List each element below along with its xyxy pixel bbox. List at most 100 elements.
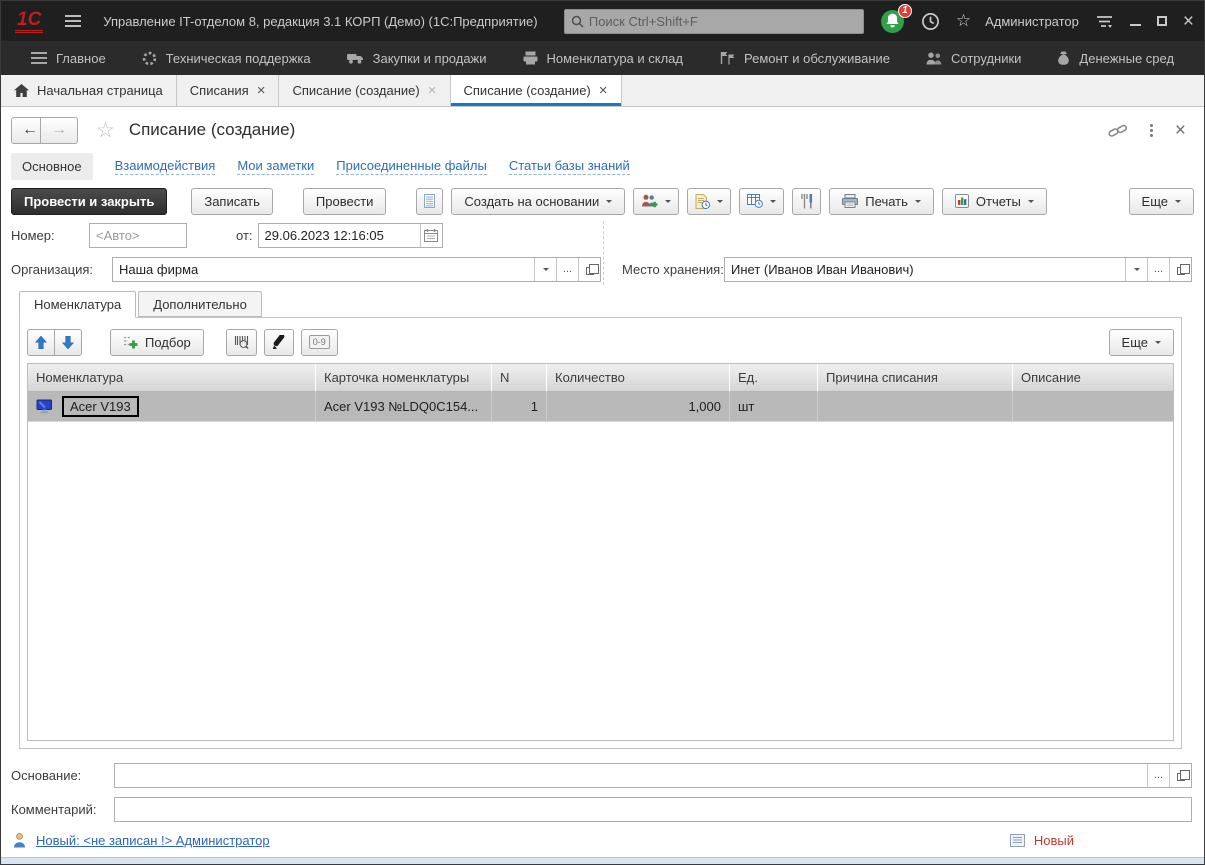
data-collection-terminal-button[interactable] — [264, 329, 294, 356]
barcode-scan-button[interactable] — [226, 329, 257, 356]
maximize-icon — [1157, 16, 1167, 26]
basis-open-button[interactable] — [1169, 764, 1191, 787]
service-tools-button[interactable] — [792, 188, 821, 215]
col-header-quantity[interactable]: Количество — [547, 364, 730, 392]
organization-choose-button[interactable]: ... — [556, 258, 578, 281]
storage-field[interactable] — [725, 258, 1125, 281]
cell-nomenclature[interactable]: Acer V193 — [28, 392, 316, 421]
money-bag-icon — [1057, 51, 1070, 65]
tab-spisanie-2[interactable]: Списание (создание) × — [451, 75, 622, 106]
print-button[interactable]: Печать — [829, 188, 934, 215]
pick-button[interactable]: Подбор — [110, 329, 204, 356]
move-down-button[interactable] — [54, 329, 82, 356]
calendar-button[interactable] — [420, 224, 442, 247]
close-tab-icon[interactable]: × — [428, 83, 437, 98]
more-menu-icon[interactable] — [1150, 124, 1153, 127]
navlink-interactions[interactable]: Взаимодействия — [115, 158, 216, 175]
date-field[interactable] — [259, 224, 420, 247]
settings-button[interactable] — [1095, 14, 1114, 29]
form-title: Списание (создание) — [129, 120, 295, 140]
save-button[interactable]: Записать — [191, 188, 273, 215]
favorites-button[interactable]: ☆ — [956, 11, 971, 31]
post-button[interactable]: Провести — [303, 188, 387, 215]
table-more-button[interactable]: Еще — [1109, 329, 1174, 356]
close-form-button[interactable]: × — [1175, 121, 1186, 140]
post-and-close-button[interactable]: Провести и закрыть — [11, 188, 167, 215]
minimize-button[interactable] — [1130, 17, 1141, 26]
minimize-icon — [1130, 17, 1141, 26]
current-user[interactable]: Администратор — [985, 14, 1079, 29]
organization-open-button[interactable] — [578, 258, 600, 281]
document-state-link[interactable]: Новый: <не записан !> Администратор — [36, 833, 270, 848]
menu-item-label: Номенклатура и склад — [547, 51, 683, 66]
cell-card[interactable]: Acer V193 №LDQ0C154... — [316, 392, 492, 421]
main-menu-icon[interactable] — [65, 15, 81, 27]
menu-item-employees[interactable]: Сотрудники — [926, 51, 1021, 66]
cell-unit[interactable]: шт — [730, 392, 818, 421]
move-up-button[interactable] — [27, 329, 55, 356]
col-header-unit[interactable]: Ед. — [730, 364, 818, 392]
navlink-attachments[interactable]: Присоединенные файлы — [336, 158, 487, 175]
maximize-button[interactable] — [1157, 16, 1167, 26]
storage-choose-button[interactable]: ... — [1147, 258, 1169, 281]
menu-item-repair[interactable]: Ремонт и обслуживание — [719, 51, 890, 66]
notification-badge: 1 — [898, 4, 912, 18]
tab-label: Начальная страница — [37, 83, 163, 98]
storage-open-button[interactable] — [1169, 258, 1191, 281]
forward-button[interactable]: → — [40, 117, 78, 144]
assign-responsible-button[interactable] — [633, 188, 679, 215]
menu-item-money[interactable]: Денежные сред — [1057, 51, 1174, 66]
cell-n[interactable]: 1 — [492, 392, 547, 421]
navlink-main[interactable]: Основное — [11, 153, 93, 180]
col-header-n[interactable]: N — [492, 364, 547, 392]
close-window-button[interactable]: × — [1183, 12, 1194, 31]
col-header-nomenclature[interactable]: Номенклатура — [28, 364, 316, 392]
registers-button[interactable] — [739, 188, 784, 215]
document-history-button[interactable] — [687, 188, 731, 215]
more-actions-button[interactable]: Еще — [1129, 188, 1194, 215]
basis-field-group: ... — [114, 763, 1192, 788]
col-header-reason[interactable]: Причина списания — [818, 364, 1013, 392]
favorite-star-icon[interactable]: ☆ — [96, 118, 115, 143]
close-tab-icon[interactable]: × — [599, 83, 608, 98]
history-button[interactable] — [921, 12, 940, 31]
cell-description[interactable] — [1013, 392, 1173, 421]
comment-field[interactable] — [114, 797, 1192, 822]
printer-icon — [842, 194, 858, 208]
tab-spisaniya[interactable]: Списания × — [177, 75, 280, 106]
app-window: 1С Управление IT-отделом 8, редакция 3.1… — [0, 0, 1205, 865]
document-structure-button[interactable] — [416, 188, 443, 215]
close-tab-icon[interactable]: × — [257, 83, 266, 98]
storage-dropdown-button[interactable] — [1125, 258, 1147, 281]
global-search[interactable] — [564, 9, 864, 34]
organization-dropdown-button[interactable] — [534, 258, 556, 281]
tab-nomenclature[interactable]: Номенклатура — [19, 291, 136, 318]
menu-item-warehouse[interactable]: Номенклатура и склад — [523, 51, 683, 66]
menu-item-main[interactable]: Главное — [31, 51, 106, 66]
table-row[interactable]: Acer V193 Acer V193 №LDQ0C154... 1 1,000… — [28, 392, 1173, 422]
navlink-notes[interactable]: Мои заметки — [237, 158, 314, 175]
table-empty-area[interactable] — [28, 422, 1173, 740]
col-header-card[interactable]: Карточка номенклатуры — [316, 364, 492, 392]
link-icon[interactable] — [1108, 123, 1128, 138]
reports-button[interactable]: Отчеты — [942, 188, 1047, 215]
current-cell-value[interactable]: Acer V193 — [62, 396, 139, 417]
cell-reason[interactable] — [818, 392, 1013, 421]
number-field[interactable] — [89, 223, 187, 248]
menu-item-label: Закупки и продажи — [373, 51, 487, 66]
basis-choose-button[interactable]: ... — [1147, 764, 1169, 787]
serial-numbers-button[interactable]: 0-9 — [301, 329, 338, 356]
tab-spisanie-1[interactable]: Списание (создание) × — [279, 75, 450, 106]
tab-home[interactable]: Начальная страница — [1, 75, 177, 106]
notifications-button[interactable]: 1 — [880, 9, 905, 34]
navlink-knowledge-base[interactable]: Статьи базы знаний — [509, 158, 630, 175]
tab-additional[interactable]: Дополнительно — [138, 291, 262, 317]
search-input[interactable] — [589, 14, 857, 29]
create-based-on-button[interactable]: Создать на основании — [451, 188, 625, 215]
organization-field[interactable] — [113, 258, 534, 281]
menu-item-support[interactable]: Техническая поддержка — [142, 51, 311, 66]
cell-quantity[interactable]: 1,000 — [547, 392, 730, 421]
basis-field[interactable] — [115, 764, 1147, 787]
menu-item-purchases[interactable]: Закупки и продажи — [347, 51, 487, 66]
col-header-description[interactable]: Описание — [1013, 364, 1173, 392]
